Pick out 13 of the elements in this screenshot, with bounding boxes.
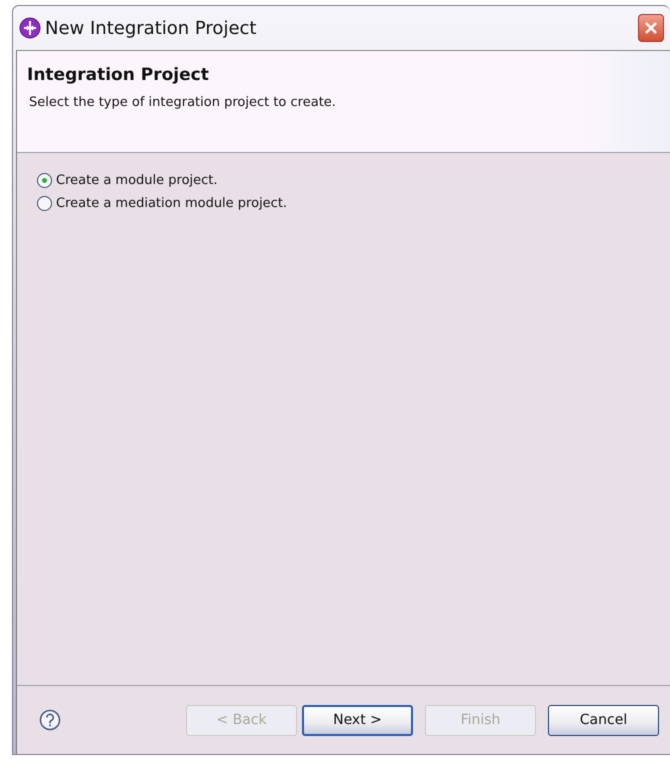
dialog-button[interactable]: Next > [302, 704, 413, 736]
close-button[interactable] [638, 14, 664, 42]
close-icon [643, 20, 659, 36]
page-title: Integration Project [27, 65, 210, 85]
dialog-button[interactable]: Cancel [548, 704, 659, 736]
option-label[interactable]: Create a mediation module project. [56, 196, 288, 211]
app-icon [19, 17, 41, 39]
page-description: Select the type of integration project to create. [28, 95, 337, 110]
help-icon[interactable] [39, 709, 61, 731]
option-label[interactable]: Create a module project. [56, 173, 218, 188]
window-title: New Integration Project [45, 18, 258, 38]
radio-button[interactable] [37, 173, 52, 188]
radio-button[interactable] [37, 196, 52, 211]
